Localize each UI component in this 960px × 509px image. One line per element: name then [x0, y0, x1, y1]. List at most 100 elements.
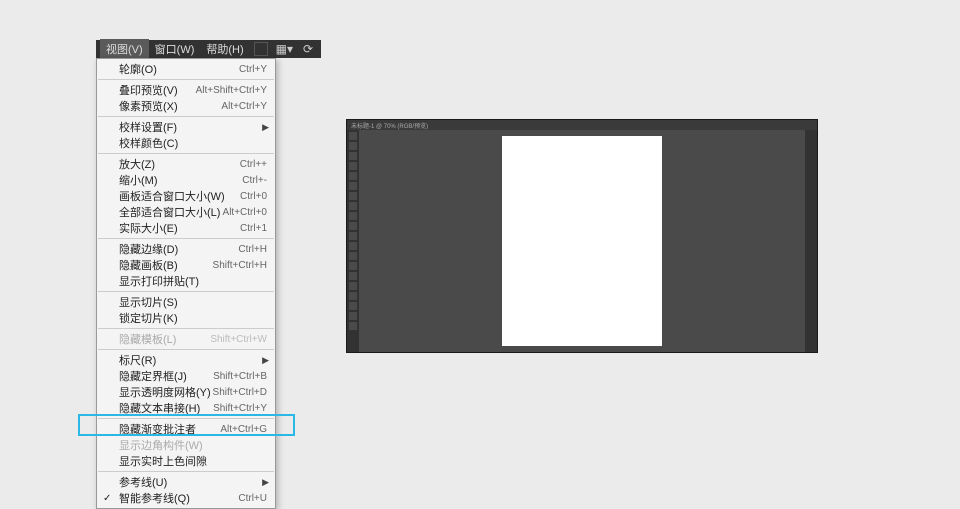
menu-separator: [98, 418, 274, 419]
tool-slot[interactable]: [349, 132, 357, 140]
tool-slot[interactable]: [349, 322, 357, 330]
menu-item-shortcut: Alt+Ctrl+Y: [221, 101, 267, 112]
menubar-item[interactable]: 视图(V): [100, 39, 149, 59]
menu-item-label: 隐藏渐变批注者: [119, 421, 220, 437]
menu-separator: [98, 349, 274, 350]
menu-item-label: 叠印预览(V): [119, 82, 196, 98]
menu-item[interactable]: 显示打印拼贴(T): [97, 273, 275, 289]
menu-item[interactable]: 放大(Z)Ctrl++: [97, 156, 275, 172]
menu-item-label: 隐藏边缘(D): [119, 241, 238, 257]
menu-item-label: 显示切片(S): [119, 294, 267, 310]
menu-separator: [98, 238, 274, 239]
menu-item-label: 显示实时上色间隙: [119, 453, 267, 469]
menu-separator: [98, 328, 274, 329]
sync-icon[interactable]: ⟳: [299, 42, 317, 56]
tool-slot[interactable]: [349, 292, 357, 300]
menu-item-label: 全部适合窗口大小(L): [119, 204, 223, 220]
menu-item[interactable]: 显示切片(S): [97, 294, 275, 310]
tool-slot[interactable]: [349, 262, 357, 270]
tool-slot[interactable]: [349, 152, 357, 160]
menu-item-label: 参考线(U): [119, 474, 267, 490]
menu-item-shortcut: Shift+Ctrl+W: [210, 334, 267, 345]
menu-item[interactable]: 叠印预览(V)Alt+Shift+Ctrl+Y: [97, 82, 275, 98]
tool-slot[interactable]: [349, 222, 357, 230]
menu-item-label: 标尺(R): [119, 352, 267, 368]
menu-item[interactable]: 标尺(R)▶: [97, 352, 275, 368]
menu-item-label: 画板适合窗口大小(W): [119, 188, 240, 204]
app-body: [347, 130, 817, 352]
menu-item-shortcut: Ctrl+H: [238, 244, 267, 255]
tool-slot[interactable]: [349, 252, 357, 260]
menu-separator: [98, 153, 274, 154]
menu-item-label: 缩小(M): [119, 172, 242, 188]
tool-slot[interactable]: [349, 302, 357, 310]
menu-item-label: 显示打印拼贴(T): [119, 273, 267, 289]
tool-slot[interactable]: [349, 242, 357, 250]
menu-item[interactable]: 画板适合窗口大小(W)Ctrl+0: [97, 188, 275, 204]
tool-slot[interactable]: [349, 282, 357, 290]
menu-separator: [98, 79, 274, 80]
menu-item[interactable]: 锁定切片(K): [97, 310, 275, 326]
menu-item-shortcut: Ctrl+Y: [239, 64, 267, 75]
tool-slot[interactable]: [349, 232, 357, 240]
menu-item[interactable]: 隐藏渐变批注者Alt+Ctrl+G: [97, 421, 275, 437]
menu-item-label: 隐藏文本串接(H): [119, 400, 213, 416]
menubar-item[interactable]: 帮助(H): [200, 39, 249, 59]
menubar-spacer: [254, 42, 268, 56]
menu-item[interactable]: 轮廓(O)Ctrl+Y: [97, 61, 275, 77]
menu-item-label: 智能参考线(Q): [119, 490, 238, 506]
menu-separator: [98, 116, 274, 117]
tool-slot[interactable]: [349, 162, 357, 170]
menu-item[interactable]: 显示透明度网格(Y)Shift+Ctrl+D: [97, 384, 275, 400]
menu-item[interactable]: 显示实时上色间隙: [97, 453, 275, 469]
menu-item-shortcut: Shift+Ctrl+Y: [213, 403, 267, 414]
menu-item-shortcut: Shift+Ctrl+D: [213, 387, 267, 398]
menu-item: 显示边角构件(W): [97, 437, 275, 453]
menu-item-label: 实际大小(E): [119, 220, 240, 236]
menubar: 视图(V)窗口(W)帮助(H) ▦▾ ⟳: [96, 40, 321, 58]
canvas-area[interactable]: [359, 130, 805, 352]
tool-slot[interactable]: [349, 182, 357, 190]
menu-item[interactable]: 隐藏文本串接(H)Shift+Ctrl+Y: [97, 400, 275, 416]
menu-item-shortcut: Ctrl+U: [238, 493, 267, 504]
app-window: 未标题-1 @ 70% (RGB/预览): [346, 119, 818, 353]
tool-slot[interactable]: [349, 272, 357, 280]
menu-item-shortcut: Ctrl+-: [242, 175, 267, 186]
menu-item[interactable]: 隐藏定界框(J)Shift+Ctrl+B: [97, 368, 275, 384]
menu-item[interactable]: 实际大小(E)Ctrl+1: [97, 220, 275, 236]
menu-separator: [98, 471, 274, 472]
layout-icon[interactable]: ▦▾: [272, 42, 297, 56]
menu-item[interactable]: 参考线(U)▶: [97, 474, 275, 490]
menubar-item[interactable]: 窗口(W): [149, 39, 201, 59]
menu-item[interactable]: 隐藏边缘(D)Ctrl+H: [97, 241, 275, 257]
menu-item[interactable]: 缩小(M)Ctrl+-: [97, 172, 275, 188]
tool-slot[interactable]: [349, 142, 357, 150]
tool-slot[interactable]: [349, 202, 357, 210]
menu-item-shortcut: Shift+Ctrl+B: [213, 371, 267, 382]
menu-item-label: 校样设置(F): [119, 119, 267, 135]
menu-item[interactable]: ✓智能参考线(Q)Ctrl+U: [97, 490, 275, 506]
menu-item[interactable]: 全部适合窗口大小(L)Alt+Ctrl+0: [97, 204, 275, 220]
view-menu-dropdown: 轮廓(O)Ctrl+Y 叠印预览(V)Alt+Shift+Ctrl+Y像素预览(X…: [96, 58, 276, 509]
tool-column-left: [347, 130, 359, 352]
menu-item[interactable]: 校样设置(F)▶: [97, 119, 275, 135]
tool-slot[interactable]: [349, 212, 357, 220]
menu-item-label: 隐藏画板(B): [119, 257, 213, 273]
menu-item-label: 隐藏模板(L): [119, 331, 210, 347]
menu-item-label: 锁定切片(K): [119, 310, 267, 326]
submenu-arrow-icon: ▶: [262, 355, 269, 366]
menu-item-shortcut: Ctrl+1: [240, 223, 267, 234]
tool-slot[interactable]: [349, 172, 357, 180]
menu-item[interactable]: 像素预览(X)Alt+Ctrl+Y: [97, 98, 275, 114]
menu-item-label: 显示透明度网格(Y): [119, 384, 213, 400]
tool-slot[interactable]: [349, 192, 357, 200]
menu-item-label: 放大(Z): [119, 156, 240, 172]
tool-slot[interactable]: [349, 312, 357, 320]
canvas[interactable]: [502, 136, 662, 346]
panel-column-right: [805, 130, 817, 352]
menu-item-label: 校样颜色(C): [119, 135, 267, 151]
menu-item-shortcut: Alt+Ctrl+0: [223, 207, 267, 218]
menu-item[interactable]: 隐藏画板(B)Shift+Ctrl+H: [97, 257, 275, 273]
menu-item-shortcut: Ctrl++: [240, 159, 267, 170]
menu-item[interactable]: 校样颜色(C): [97, 135, 275, 151]
